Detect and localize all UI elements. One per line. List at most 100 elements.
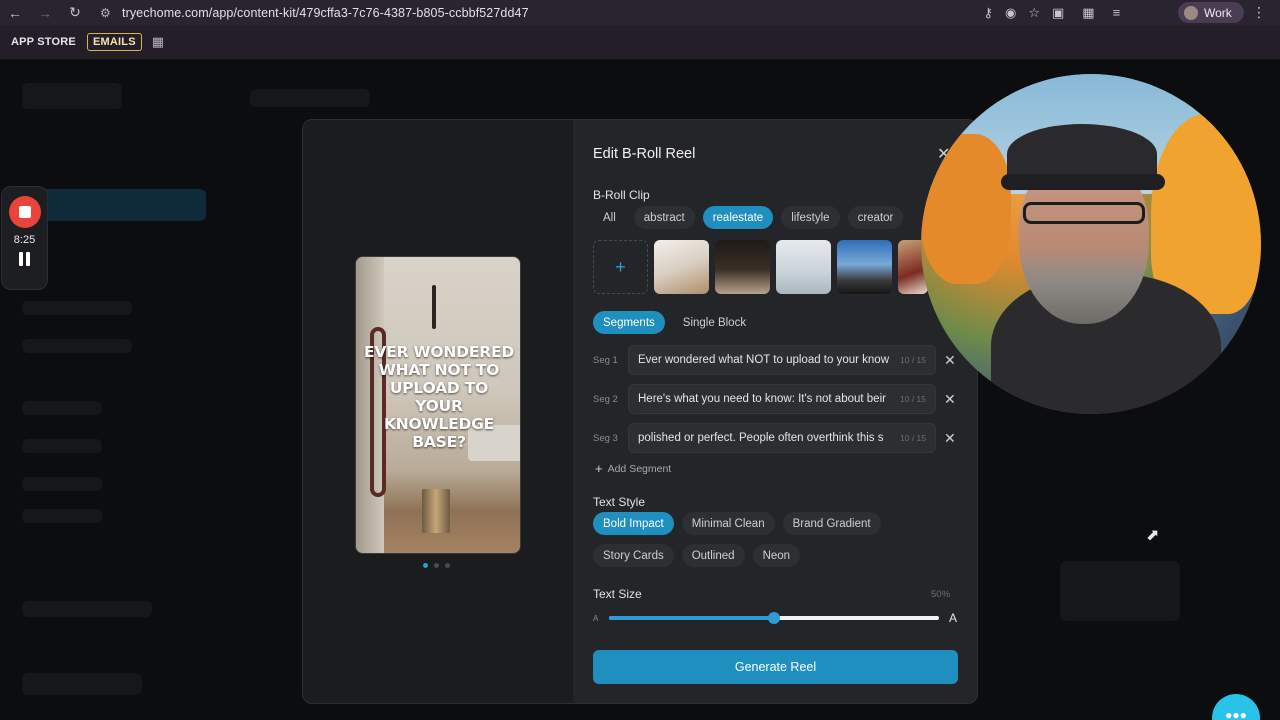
stop-icon [18, 206, 31, 218]
plus-icon: + [595, 461, 603, 476]
segment-counter: 10 / 15 [900, 394, 926, 404]
reel-preview-pane: EVER WONDERED WHAT NOT TO UPLOAD TO YOUR… [303, 120, 573, 703]
broll-clip-label: B-Roll Clip [593, 188, 650, 202]
style-neon[interactable]: Neon [752, 544, 801, 567]
style-bold-impact[interactable]: Bold Impact [593, 512, 674, 535]
clip-thumbnail[interactable] [837, 240, 892, 294]
cartoon-mural-image [921, 134, 1011, 284]
browser-toolbar: ← → ↻ ⚙ tryechome.com/app/content-kit/47… [0, 0, 1280, 25]
recording-time: 8:25 [13, 234, 36, 246]
filter-lifestyle[interactable]: lifestyle [781, 206, 840, 229]
address-bar-tools: ⚷ ◉ ☆ [983, 0, 1040, 25]
backdrop-card [1060, 561, 1180, 621]
backdrop-logo [22, 83, 122, 109]
style-minimal-clean[interactable]: Minimal Clean [681, 512, 775, 535]
page-dot[interactable] [423, 563, 428, 568]
text-style-label: Text Style [593, 495, 646, 509]
lens-icon[interactable]: ▦ [1082, 5, 1094, 21]
slider-fill [609, 616, 774, 620]
backdrop-sidebar-item [22, 601, 152, 617]
segment-row: Seg 1 Ever wondered what NOT to upload t… [593, 345, 963, 375]
style-brand-gradient[interactable]: Brand Gradient [782, 512, 881, 535]
segment-input[interactable]: Ever wondered what NOT to upload to your… [628, 345, 936, 375]
screen-recorder-widget: 8:25 [1, 186, 48, 290]
filter-creator[interactable]: creator [847, 206, 904, 229]
backdrop-sidebar-item [22, 509, 102, 523]
style-story-cards[interactable]: Story Cards [593, 544, 674, 567]
backdrop-header [250, 89, 370, 107]
bookmark-emails[interactable]: EMAILS [86, 33, 142, 51]
text-size-value: 50% [931, 589, 951, 600]
clip-thumbnail[interactable] [715, 240, 770, 294]
style-outlined[interactable]: Outlined [681, 544, 745, 567]
key-icon[interactable]: ⚷ [983, 5, 993, 21]
reload-icon[interactable]: ↻ [60, 0, 90, 25]
backdrop-sidebar-item [22, 477, 102, 491]
preview-pagination [423, 563, 450, 568]
segment-label: Seg 1 [593, 354, 618, 366]
webcam-overlay [921, 74, 1261, 414]
filter-realestate[interactable]: realestate [702, 206, 774, 229]
record-stop-button[interactable] [8, 196, 41, 228]
remove-segment-icon[interactable]: ✕ [944, 391, 956, 408]
reel-settings-form: Edit B-Roll Reel ✕ B-Roll Clip All abstr… [593, 120, 963, 703]
segment-input[interactable]: Here's what you need to know: It's not a… [628, 384, 936, 414]
wall-hook-image [432, 285, 436, 329]
filter-abstract[interactable]: abstract [633, 206, 695, 229]
apps-grid-icon[interactable]: ▦ [152, 34, 164, 50]
pause-icon[interactable] [19, 252, 30, 266]
browser-menu-icon[interactable]: ⋮ [1252, 0, 1266, 25]
text-style-row-1: Bold Impact Minimal Clean Brand Gradient [593, 512, 881, 535]
url-text[interactable]: tryechome.com/app/content-kit/479cffa3-7… [122, 6, 529, 20]
filter-all[interactable]: All [593, 206, 626, 229]
mode-segments[interactable]: Segments [593, 311, 665, 334]
mode-toggle: Segments Single Block [593, 311, 756, 334]
bookmark-app-store[interactable]: APP STORE [6, 34, 81, 50]
extensions-icon[interactable]: ▣ [1052, 5, 1064, 21]
star-icon[interactable]: ☆ [1028, 5, 1040, 21]
clip-thumbnail[interactable] [654, 240, 709, 294]
segment-label: Seg 2 [593, 393, 618, 405]
backdrop-sidebar-footer [22, 673, 142, 695]
slider-handle[interactable] [768, 612, 780, 624]
reading-list-icon[interactable]: ≡ [1113, 5, 1121, 20]
broll-thumbnails: + [593, 240, 928, 294]
text-size-max-label: A [949, 611, 958, 625]
chat-icon: ●●● [1225, 708, 1247, 720]
backdrop-sidebar-item [22, 301, 132, 315]
slider-track[interactable] [609, 612, 939, 624]
presenter-glasses [1023, 202, 1145, 224]
reel-preview-frame: EVER WONDERED WHAT NOT TO UPLOAD TO YOUR… [355, 256, 521, 554]
address-bar[interactable]: ⚙ tryechome.com/app/content-kit/479cffa3… [100, 0, 1040, 25]
browser-extension-tools: ▣ ▦ ≡ [1052, 0, 1120, 25]
mode-single-block[interactable]: Single Block [673, 311, 756, 334]
generate-reel-button[interactable]: Generate Reel [593, 650, 958, 684]
broll-filter-chips: All abstract realestate lifestyle creato… [593, 206, 904, 229]
profile-avatar [1184, 5, 1198, 20]
add-segment-button[interactable]: + Add Segment [595, 461, 671, 476]
backdrop-sidebar-item [22, 339, 132, 353]
eye-off-icon[interactable]: ◉ [1005, 5, 1016, 21]
mouse-cursor-icon: ⬈ [1146, 527, 1160, 544]
remove-segment-icon[interactable]: ✕ [944, 430, 956, 447]
page-dot[interactable] [434, 563, 439, 568]
edit-broll-reel-modal: EVER WONDERED WHAT NOT TO UPLOAD TO YOUR… [302, 119, 978, 704]
reel-caption: EVER WONDERED WHAT NOT TO UPLOAD TO YOUR… [364, 343, 514, 451]
text-size-min-label: A [593, 613, 599, 623]
back-icon[interactable]: ← [0, 0, 30, 25]
forward-icon[interactable]: → [30, 0, 60, 25]
profile-button[interactable]: Work [1178, 2, 1244, 23]
clip-thumbnail[interactable] [776, 240, 831, 294]
plus-icon: + [615, 256, 626, 277]
backdrop-sidebar-item [22, 401, 102, 415]
page-dot[interactable] [445, 563, 450, 568]
site-info-icon[interactable]: ⚙ [100, 6, 122, 20]
bookmarks-bar: APP STORE EMAILS ▦ [0, 25, 1280, 60]
segment-row: Seg 3 polished or perfect. People often … [593, 423, 963, 453]
add-clip-button[interactable]: + [593, 240, 648, 294]
segment-input[interactable]: polished or perfect. People often overth… [628, 423, 936, 453]
backdrop-sidebar-item [22, 439, 102, 453]
remove-segment-icon[interactable]: ✕ [944, 352, 956, 369]
segment-counter: 10 / 15 [900, 355, 926, 365]
segment-label: Seg 3 [593, 432, 618, 444]
